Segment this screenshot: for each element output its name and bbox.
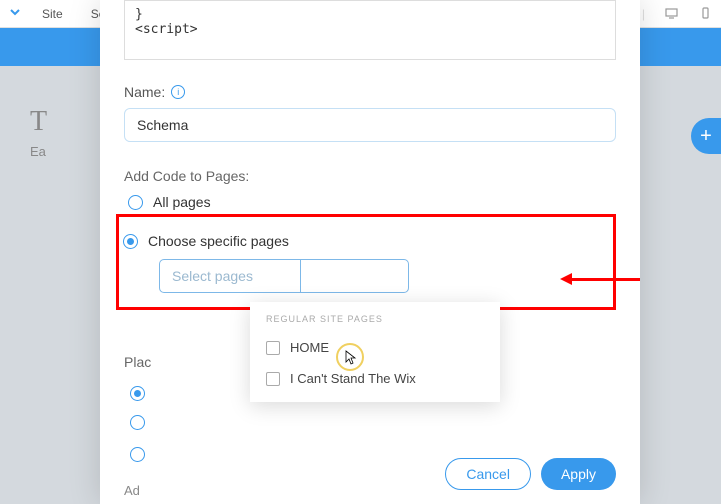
custom-code-modal: } <script> Name: i Add Code to Pages: Al… bbox=[100, 0, 640, 504]
select-placeholder: Select pages bbox=[172, 268, 253, 284]
menu-site[interactable]: Site bbox=[42, 7, 63, 21]
name-label: Name: i bbox=[124, 84, 616, 100]
radio-all-pages[interactable]: All pages bbox=[124, 194, 616, 210]
pages-dropdown: REGULAR SITE PAGES HOME I Can't Stand Th… bbox=[250, 302, 500, 402]
highlight-annotation: Choose specific pages Select pages bbox=[116, 214, 616, 310]
add-button[interactable]: + bbox=[691, 118, 721, 154]
apply-button[interactable]: Apply bbox=[541, 458, 616, 490]
select-pages-input[interactable]: Select pages bbox=[159, 259, 409, 293]
desktop-icon[interactable] bbox=[663, 6, 679, 22]
radio-specific-pages[interactable]: Choose specific pages bbox=[119, 233, 601, 249]
code-line: } bbox=[135, 7, 605, 22]
dropdown-item-wix[interactable]: I Can't Stand The Wix bbox=[250, 363, 500, 394]
mobile-icon[interactable] bbox=[697, 6, 713, 22]
bottom-label: Ad bbox=[124, 483, 140, 498]
code-line: <script> bbox=[135, 22, 605, 37]
checkbox-icon bbox=[266, 341, 280, 355]
dropdown-item-label: HOME bbox=[290, 340, 329, 355]
arrow-annotation bbox=[570, 278, 640, 281]
dropdown-item-home[interactable]: HOME bbox=[250, 332, 500, 363]
code-snippet-box[interactable]: } <script> bbox=[124, 0, 616, 60]
radio-icon bbox=[123, 234, 138, 249]
modal-footer: Cancel Apply bbox=[445, 458, 616, 490]
dropdown-item-label: I Can't Stand The Wix bbox=[290, 371, 416, 386]
place-label: Plac bbox=[124, 354, 151, 370]
checkbox-icon bbox=[266, 372, 280, 386]
radio-place-2[interactable] bbox=[130, 415, 145, 430]
expand-chevron-icon[interactable] bbox=[8, 5, 22, 22]
radio-icon bbox=[128, 195, 143, 210]
radio-label: All pages bbox=[153, 194, 211, 210]
info-icon[interactable]: i bbox=[171, 85, 185, 99]
radio-place-1[interactable] bbox=[130, 386, 145, 401]
radio-place-3[interactable] bbox=[130, 447, 145, 462]
add-code-label: Add Code to Pages: bbox=[124, 168, 616, 184]
cancel-button[interactable]: Cancel bbox=[445, 458, 531, 490]
name-input[interactable] bbox=[124, 108, 616, 142]
radio-label: Choose specific pages bbox=[148, 233, 289, 249]
dropdown-header: REGULAR SITE PAGES bbox=[250, 310, 500, 332]
